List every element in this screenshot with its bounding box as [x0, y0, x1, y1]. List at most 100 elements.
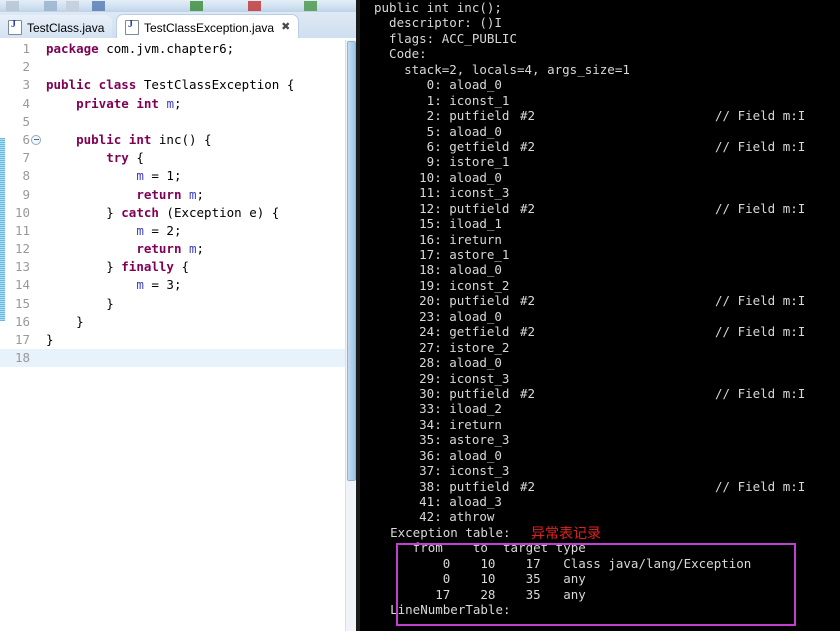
bytecode-line: 5: aload_0: [374, 123, 502, 139]
bytecode-comment: // Field m:I: [715, 324, 806, 340]
code-line-text: m = 2;: [136, 222, 182, 238]
bytecode-line: 9: istore_1: [374, 154, 510, 170]
bytecode-line: 41: aload_3: [374, 494, 502, 509]
bytecode-comment: // Field m:I: [715, 108, 806, 124]
bytecode-line: 6: getfield #2// Field m:I: [374, 138, 806, 154]
bytecode-line: 1: iconst_1: [374, 92, 510, 108]
bytecode-line: 16: ireturn: [374, 231, 502, 247]
bytecode-comment: // Field m:I: [715, 478, 806, 494]
constant-pool-ref: #2: [520, 138, 536, 154]
toolbar-icon-save[interactable]: [44, 1, 57, 11]
code-line[interactable]: 1 package com.jvm.chapter6;: [0, 40, 357, 58]
linenumbertable-label: LineNumberTable:: [360, 602, 511, 618]
code-line-text: public class TestClassException {: [46, 77, 295, 93]
code-line-text: try {: [106, 150, 144, 166]
bytecode-line: descriptor: ()I: [374, 15, 502, 31]
scrollbar-thumb[interactable]: [347, 41, 356, 481]
bytecode-comment: // Field m:I: [715, 138, 806, 154]
bytecode-line: 34: ireturn: [374, 416, 502, 432]
line-number: 10: [14, 204, 30, 220]
line-number: 12: [14, 241, 30, 257]
constant-pool-ref: #2: [520, 478, 536, 494]
bytecode-line: 35: astore_3: [374, 432, 510, 448]
line-number: 14: [14, 277, 30, 293]
editor-tab-label: TestClassException.java: [144, 20, 275, 35]
code-line[interactable]: 8 m = 1;: [0, 167, 357, 185]
bytecode-line: stack=2, locals=4, args_size=1: [374, 61, 630, 77]
bytecode-line: 37: iconst_3: [374, 463, 510, 479]
code-line[interactable]: 18: [0, 349, 357, 368]
line-number: 3: [22, 77, 30, 93]
bytecode-line: 10: aload_0: [374, 169, 502, 185]
line-number: 1: [22, 41, 30, 56]
code-line[interactable]: 10 } catch (Exception e) {: [0, 204, 357, 222]
bytecode-line: 15: iload_1: [374, 216, 502, 232]
bytecode-line: 2: putfield #2// Field m:I: [374, 108, 806, 124]
line-number: 7: [22, 150, 30, 166]
bytecode-line: 29: iconst_3: [374, 370, 510, 386]
code-line[interactable]: 6 public int inc() {: [0, 131, 357, 149]
bytecode-line: 36: aload_0: [374, 447, 502, 463]
java-file-icon: [125, 19, 139, 35]
line-number: 8: [22, 168, 30, 184]
code-line-text: public int inc() {: [76, 131, 212, 147]
code-line-text: }: [46, 332, 54, 347]
code-line[interactable]: 13 } finally {: [0, 258, 357, 276]
bytecode-line: 27: istore_2: [374, 339, 510, 355]
toolbar-icon-new[interactable]: [6, 1, 19, 11]
toolbar-icon-debug[interactable]: [92, 1, 105, 11]
toolbar-icon-stop[interactable]: [248, 1, 261, 11]
code-line[interactable]: 5: [0, 113, 357, 131]
bytecode-line: Code:: [374, 46, 427, 62]
bytecode-line: 24: getfield #2// Field m:I: [374, 324, 806, 340]
code-line[interactable]: 9 return m;: [0, 186, 357, 204]
code-line-text: return m;: [136, 186, 205, 202]
code-line[interactable]: 4 private int m;: [0, 95, 357, 113]
line-number: 18: [14, 350, 30, 366]
bytecode-line: public int inc();: [374, 0, 502, 15]
code-line[interactable]: 2: [0, 58, 357, 76]
bytecode-line: 28: aload_0: [374, 355, 502, 371]
code-line[interactable]: 11 m = 2;: [0, 222, 357, 240]
code-line[interactable]: 12 return m;: [0, 240, 357, 258]
code-line-text: }: [46, 295, 114, 311]
editor-tab-label: TestClass.java: [27, 20, 105, 35]
code-editor-area[interactable]: 1 package com.jvm.chapter6; 2 3 public class…: [0, 40, 357, 631]
code-line-text: private int m;: [76, 95, 182, 111]
screenshot-root: TestClass.java TestClassException.java ✖…: [0, 0, 840, 631]
bytecode-line: flags: ACC_PUBLIC: [374, 30, 517, 46]
constant-pool-ref: #2: [520, 385, 536, 401]
code-line[interactable]: 3 public class TestClassException {: [0, 76, 357, 94]
code-line[interactable]: 7 try {: [0, 149, 357, 167]
bytecode-comment: // Field m:I: [715, 385, 806, 401]
toolbar-icon-search[interactable]: [304, 1, 317, 11]
line-number: 6: [22, 131, 30, 147]
toolbar-icon-print[interactable]: [66, 1, 79, 11]
code-line-text: }: [46, 313, 84, 329]
java-file-icon: [8, 19, 22, 35]
line-number: 2: [22, 59, 30, 75]
code-line-list: 1 package com.jvm.chapter6; 2 3 public class…: [0, 40, 357, 368]
bytecode-comment: // Field m:I: [715, 293, 806, 309]
code-line[interactable]: 15 }: [0, 295, 357, 313]
close-icon[interactable]: ✖: [281, 22, 290, 33]
line-number: 11: [14, 222, 30, 238]
code-fold-collapse-icon[interactable]: [31, 134, 41, 145]
bytecode-line: 17: astore_1: [374, 247, 510, 262]
editor-tab-testclassexception[interactable]: TestClassException.java ✖: [116, 14, 300, 40]
constant-pool-ref: #2: [520, 293, 536, 309]
editor-tab-testclass[interactable]: TestClass.java: [0, 15, 113, 40]
code-line[interactable]: 16 }: [0, 313, 357, 331]
code-line-text: package com.jvm.chapter6;: [46, 41, 235, 56]
editor-tabbar: TestClass.java TestClassException.java ✖: [0, 12, 357, 40]
bytecode-line: 0: aload_0: [374, 77, 502, 93]
code-line[interactable]: 17}: [0, 331, 357, 349]
bytecode-line: 12: putfield #2// Field m:I: [374, 200, 806, 216]
bytecode-line: 30: putfield #2// Field m:I: [374, 385, 806, 401]
bytecode-line: 19: iconst_2: [374, 277, 510, 293]
line-number: 16: [14, 313, 30, 329]
code-line-text: return m;: [136, 241, 205, 257]
toolbar-icon-run[interactable]: [190, 1, 203, 11]
code-line[interactable]: 14 m = 3;: [0, 276, 357, 294]
line-number: 5: [22, 113, 30, 129]
